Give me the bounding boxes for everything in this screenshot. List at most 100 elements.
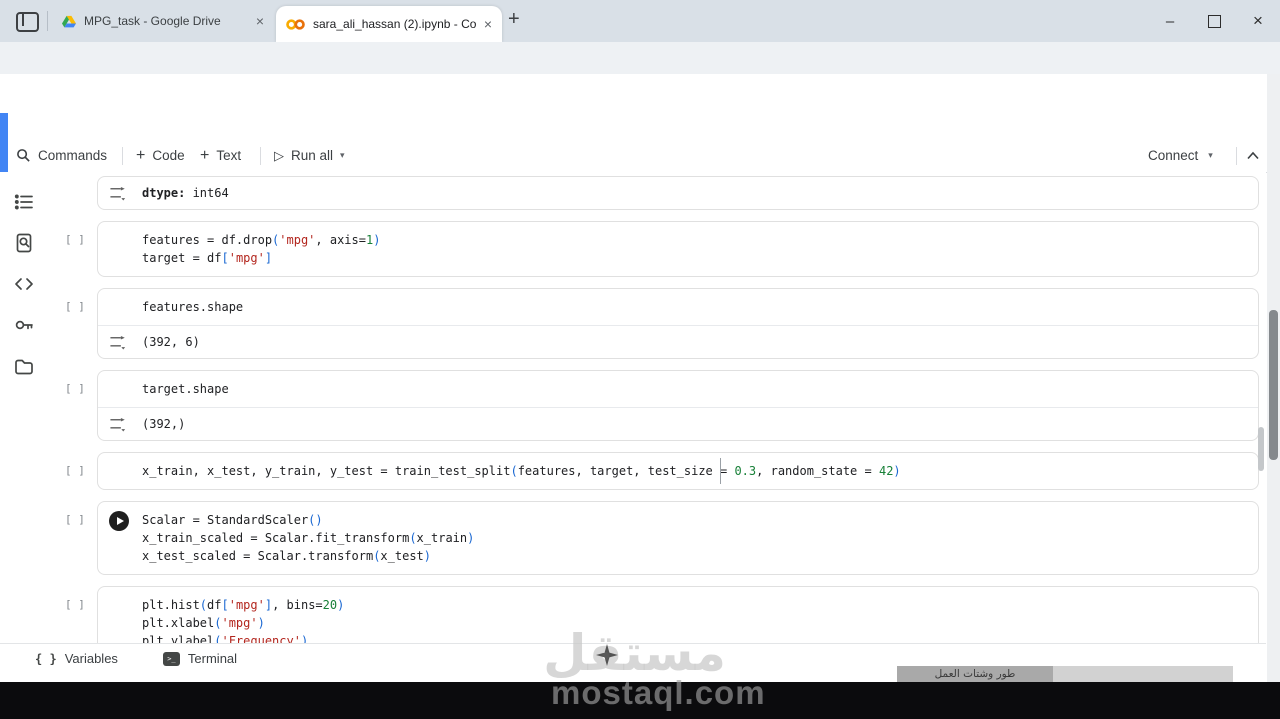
code-token: ) (467, 531, 475, 545)
colab-header: sara_ali_hassan (2).ipynb ☆ File Edit Vi… (0, 74, 1280, 203)
connect-button[interactable]: Connect ▾ (1148, 140, 1213, 171)
code-token: features, target, test_size (517, 464, 720, 478)
divider (47, 11, 48, 31)
cell-execution-gutter[interactable]: [ ] (65, 513, 85, 526)
code-token: (392, 6) (142, 335, 200, 349)
run-all-label: Run all (291, 148, 334, 163)
notebook-cell[interactable]: dtype: int64 (97, 176, 1259, 210)
find-replace-icon[interactable] (14, 233, 34, 253)
table-of-contents-icon[interactable] (14, 192, 34, 212)
cell-execution-gutter[interactable]: [ ] (65, 300, 85, 313)
secrets-key-icon[interactable] (14, 315, 34, 335)
braces-icon: { } (35, 651, 57, 666)
code-snippets-icon[interactable] (14, 274, 34, 294)
tab-google-drive[interactable]: MPG_task - Google Drive × (52, 0, 274, 42)
commands-button[interactable]: Commands (16, 140, 107, 171)
variables-button[interactable]: { } Variables (35, 651, 118, 666)
code-token: plt.ylabel (142, 634, 215, 643)
code-editor[interactable]: target.shape (98, 371, 1258, 407)
code-token: 'Frequency' (221, 634, 301, 643)
code-token: target = df (142, 251, 222, 265)
code-token: x_test (380, 549, 424, 563)
output-icon[interactable] (109, 417, 128, 432)
code-token: features = df.drop (142, 233, 273, 247)
code-token: 'mpg' (228, 251, 265, 265)
code-token: 'mpg' (279, 233, 316, 247)
code-token: = (720, 464, 735, 478)
terminal-icon: >_ (162, 651, 180, 666)
cell-execution-gutter[interactable]: [ ] (65, 464, 85, 477)
code-token: 42 (878, 464, 894, 478)
add-code-button[interactable]: + Code (136, 140, 185, 171)
code-line: plt.hist(df['mpg'], bins=20) (142, 596, 1258, 614)
notebook-cell[interactable]: [ ] target.shape (392,) (65, 370, 1259, 441)
tab-close-icon[interactable]: × (256, 14, 264, 28)
terminal-button[interactable]: >_ Terminal (162, 651, 238, 666)
watermark-spark-icon (596, 644, 618, 666)
tab-colab[interactable]: sara_ali_hassan (2).ipynb - Colab × (276, 6, 502, 42)
files-folder-icon[interactable] (14, 357, 34, 377)
notebook-cell[interactable]: [ ] features.shape (392, 6) (65, 288, 1259, 359)
code-token: x_test_scaled = Scalar.transform (142, 549, 374, 563)
cell-execution-gutter[interactable]: [ ] (65, 382, 85, 395)
code-token: ) (337, 598, 345, 612)
output-icon[interactable] (109, 186, 128, 201)
output-icon[interactable] (109, 335, 128, 350)
code-token: ( (510, 464, 518, 478)
code-token: int64 (185, 186, 229, 200)
cell-execution-gutter[interactable]: [ ] (65, 598, 85, 611)
add-text-button[interactable]: + Text (200, 140, 241, 171)
code-token: (392,) (142, 417, 186, 431)
code-token: x_train, x_test, y_train, y_test = train… (142, 464, 511, 478)
browser-scrollbar-thumb[interactable] (1269, 310, 1278, 460)
browser-titlebar: MPG_task - Google Drive × sara_ali_hassa… (0, 0, 1280, 42)
code-line: x_train_scaled = Scalar.fit_transform(x_… (142, 529, 1258, 547)
screen: MPG_task - Google Drive × sara_ali_hassa… (0, 0, 1280, 719)
terminal-label: Terminal (187, 651, 238, 666)
edge-accent-strip (0, 113, 8, 178)
notebook-cell[interactable]: [ ] x_train, x_test, y_train, y_test = tr… (65, 452, 1259, 490)
run-cell-button[interactable] (109, 511, 129, 531)
text-cursor (720, 458, 721, 484)
code-line: target = df['mpg'] (142, 249, 1258, 267)
code-token: target.shape (142, 382, 229, 396)
code-token: ) (373, 233, 381, 247)
plus-icon: + (136, 146, 146, 164)
run-icon: ▷ (274, 147, 284, 163)
tooltip-text: طور وشتات العمل (934, 668, 1016, 680)
code-editor[interactable]: Scalar = StandardScaler() x_train_scaled … (98, 502, 1258, 574)
code-token: features.shape (142, 300, 244, 314)
notebook-cell[interactable]: [ ] Scalar = StandardScaler() x_train_scal… (65, 501, 1259, 575)
close-button[interactable]: × (1236, 0, 1280, 42)
code-editor[interactable]: x_train, x_test, y_train, y_test = train… (98, 453, 1258, 489)
taskbar-tooltip: طور وشتات العمل (897, 666, 1233, 682)
code-token: [ (221, 251, 229, 265)
code-token: x_train_scaled = Scalar.fit_transform (142, 531, 410, 545)
code-token: () (308, 513, 323, 527)
run-all-button[interactable]: ▷ Run all ▾ (274, 140, 345, 171)
code-editor[interactable]: features = df.drop('mpg', axis=1) target … (98, 222, 1258, 276)
code-token: ] (264, 598, 273, 612)
tab-close-icon[interactable]: × (484, 17, 492, 31)
minimize-button[interactable]: – (1148, 0, 1192, 42)
collapse-header-icon[interactable] (1246, 150, 1260, 161)
chevron-down-icon: ▾ (1208, 150, 1213, 160)
notebook-scrollbar-thumb[interactable] (1258, 427, 1264, 471)
tab-title: sara_ali_hassan (2).ipynb - Colab (313, 17, 476, 31)
code-line: Scalar = StandardScaler() (142, 511, 1258, 529)
code-token: ) (893, 464, 901, 478)
notebook-cell[interactable]: [ ] features = df.drop('mpg', axis=1) targ… (65, 221, 1259, 277)
code-token: , bins= (272, 598, 323, 612)
maximize-button[interactable] (1192, 0, 1236, 42)
code-line: x_train, x_test, y_train, y_test = train… (142, 462, 1258, 480)
tab-actions-icon[interactable] (16, 12, 39, 32)
code-token: ) (423, 549, 432, 563)
cell-execution-gutter[interactable]: [ ] (65, 233, 85, 246)
code-token: , random_state = (756, 464, 879, 478)
maximize-icon (1207, 14, 1221, 28)
tab-title: MPG_task - Google Drive (84, 14, 221, 28)
code-token: ( (409, 531, 417, 545)
code-editor[interactable]: features.shape (98, 289, 1258, 325)
code-token: ( (199, 598, 208, 612)
new-tab-button[interactable]: + (508, 8, 520, 31)
